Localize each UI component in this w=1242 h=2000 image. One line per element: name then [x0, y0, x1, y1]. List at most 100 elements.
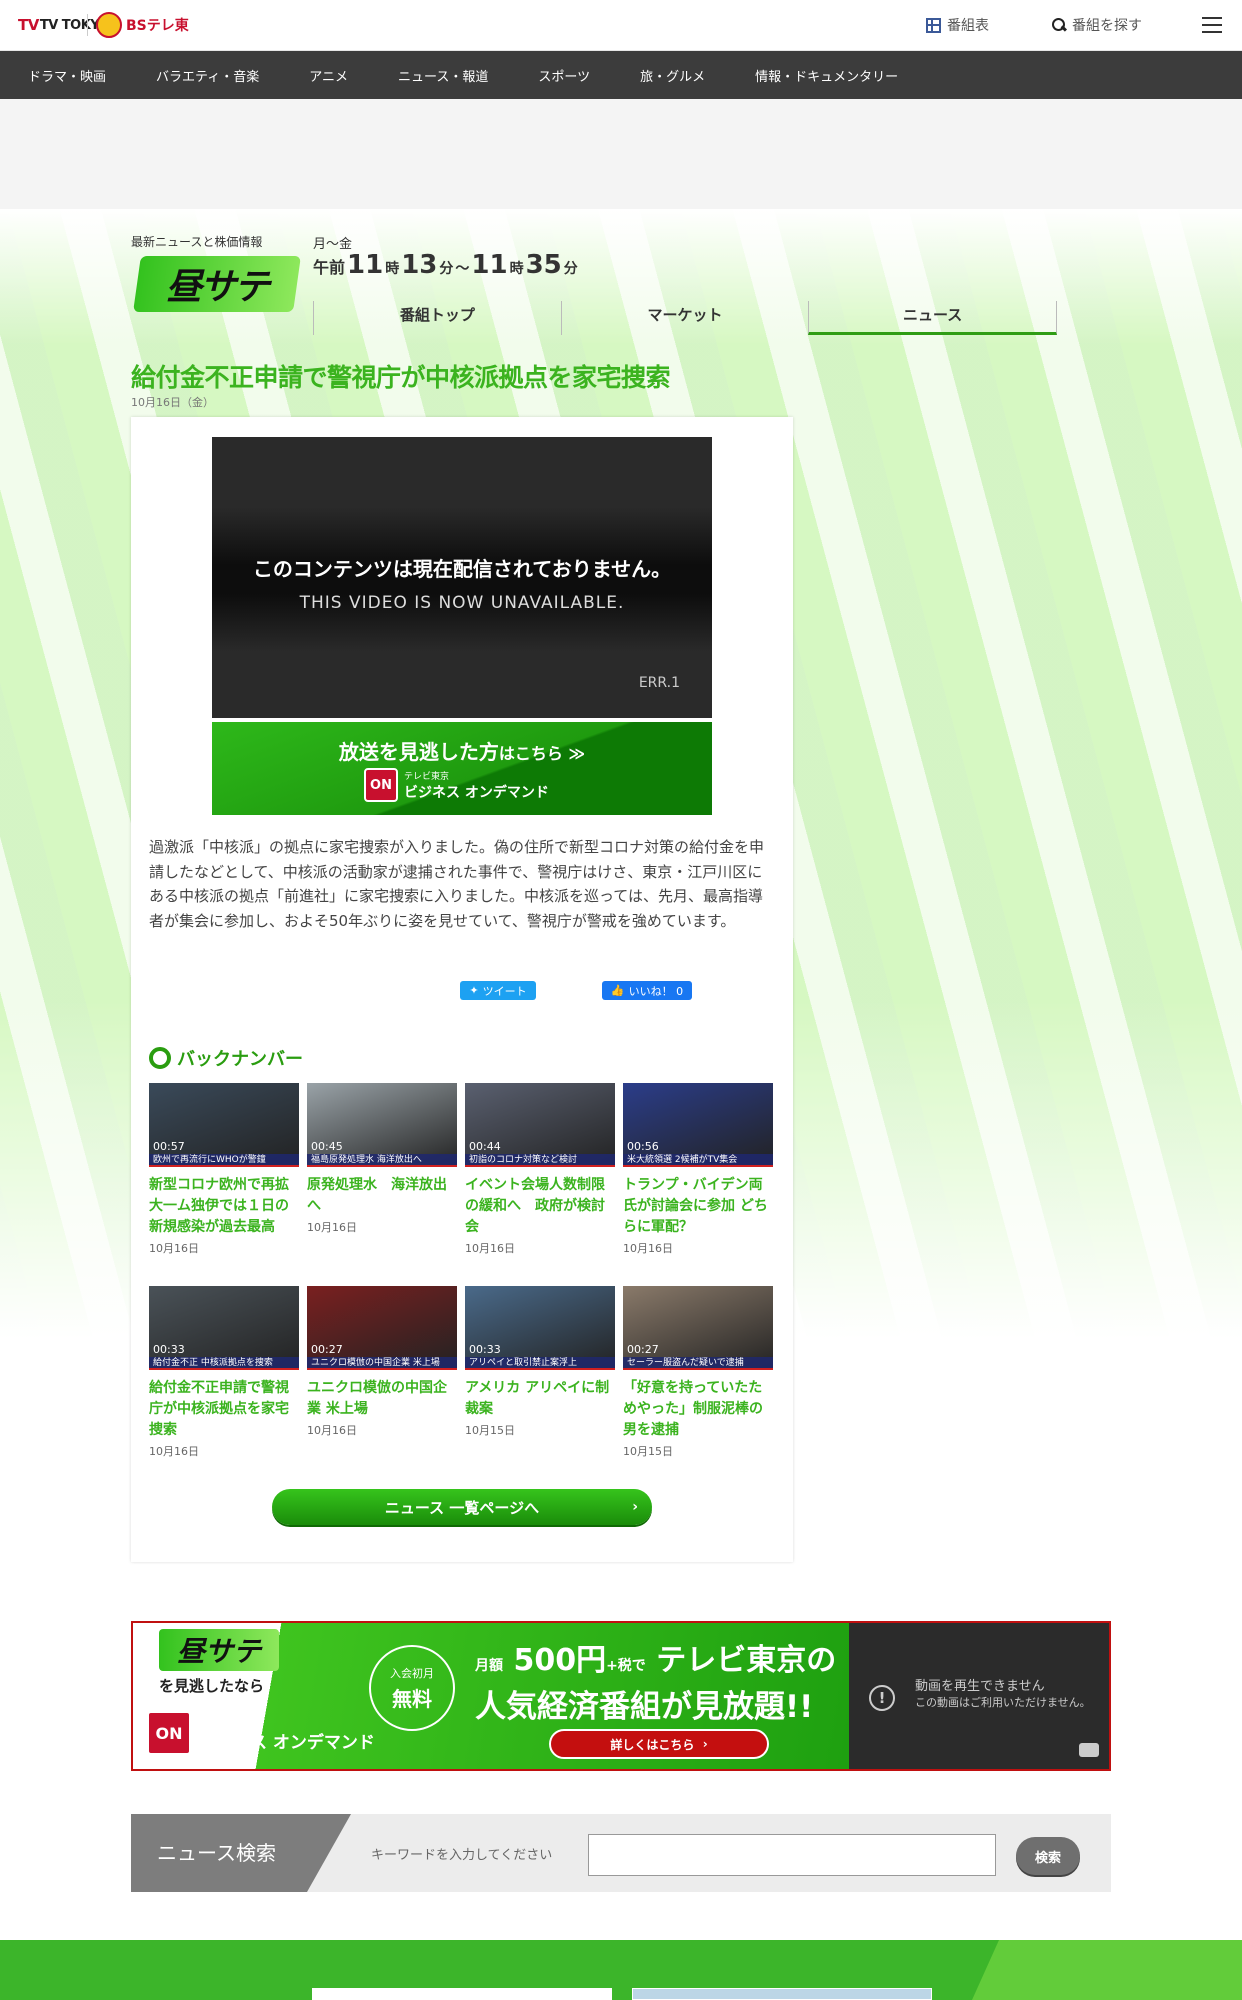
video-duration: 00:27 [627, 1343, 659, 1356]
backnumber-item[interactable]: 00:27 セーラー服盗んだ疑いで逮捕 「好意を持っていたためやった」制服泥棒の男… [623, 1286, 773, 1459]
video-unavailable-message: このコンテンツは現在配信されておりません。 [252, 557, 672, 581]
bs-tvtokyo-logo[interactable]: BSテレ東 [96, 12, 189, 38]
video-thumbnail[interactable]: 00:33 給付金不正 中核派拠点を捜索 [149, 1286, 299, 1370]
genre-nav-item[interactable]: スポーツ [538, 66, 590, 85]
price: 500円 [513, 1643, 607, 1678]
backnumber-item-title[interactable]: 給付金不正申請で警視庁が中核派拠点を家宅捜索 [149, 1378, 299, 1441]
program-tabs: 番組トップ マーケット ニュース [313, 301, 1058, 335]
player-error-title: 動画を再生できません [915, 1679, 1045, 1694]
promo-headline: 月額 500円+税で テレビ東京の 人気経済番組が見放題!! [475, 1635, 836, 1726]
promo-headline-text: 人気経済番組が見放題!! [475, 1689, 814, 1725]
video-thumbnail[interactable]: 00:45 福島原発処理水 海洋放出へ [307, 1083, 457, 1167]
genre-nav-item[interactable]: ニュース・報道 [398, 66, 488, 85]
program-search-link[interactable]: 番組を探す [1052, 15, 1142, 35]
backnumber-item[interactable]: 00:27 ユニクロ模倣の中国企業 米上場 ユニクロ模倣の中国企業 米上場 10月… [307, 1286, 457, 1459]
video-thumbnail[interactable]: 00:27 セーラー服盗んだ疑いで逮捕 [623, 1286, 773, 1370]
backnumber-item[interactable]: 00:56 米大統領選 2候補がTV集会 トランプ・バイデン両氏が討論会に参加 ど… [623, 1083, 773, 1256]
video-duration: 00:45 [311, 1140, 343, 1153]
start-hour: 11 [347, 250, 384, 280]
facebook-like-button[interactable]: 👍 いいね！ 0 [602, 981, 692, 1000]
footer-card[interactable] [632, 1988, 932, 2000]
news-list-button[interactable]: ニュース 一覧ページへ › [272, 1489, 652, 1525]
backnumber-item-title[interactable]: アメリカ アリペイに制裁案 [465, 1378, 615, 1420]
promo-ondemand-logo: ON テレビ東京 ビジネス オンデマンド [147, 1711, 375, 1755]
ondemand-brand: ビジネス オンデマンド [404, 784, 549, 801]
backnumber-item-title[interactable]: 原発処理水 海洋放出へ [307, 1175, 457, 1217]
backnumber-item-date: 10月16日 [149, 1242, 199, 1255]
article-title: 給付金不正申請で警視庁が中核派拠点を家宅捜索 [131, 363, 671, 392]
video-duration: 00:44 [469, 1140, 501, 1153]
backnumber-item[interactable]: 00:45 福島原発処理水 海洋放出へ 原発処理水 海洋放出へ 10月16日 [307, 1083, 457, 1256]
tab-market[interactable]: マーケット [560, 301, 809, 335]
genre-nav-item[interactable]: バラエティ・音楽 [156, 66, 259, 85]
promo-ad[interactable]: 昼サテ を見逃したなら ON テレビ東京 ビジネス オンデマンド 入会初月 無料 月… [133, 1623, 849, 1769]
ondemand-brand-small: テレビ東京 [404, 771, 450, 782]
promo-details-label: 詳しくはこちら [610, 1737, 695, 1752]
genre-nav: ドラマ・映画 バラエティ・音楽 アニメ ニュース・報道 スポーツ 旅・グルメ 情… [0, 51, 1242, 99]
promo-details-button[interactable]: 詳しくはこちら › [549, 1729, 769, 1759]
like-label: いいね！ 0 [628, 984, 684, 998]
backnumber-item-title[interactable]: イベント会場人数制限の緩和へ 政府が検討会 [465, 1175, 615, 1238]
alert-icon: ! [869, 1685, 895, 1711]
thumbnail-caption: 給付金不正 中核派拠点を捜索 [149, 1357, 299, 1370]
footer-band [0, 1940, 1242, 2000]
thumbnail-caption: アリペイと取引禁止案浮上 [465, 1357, 615, 1370]
backnumber-item[interactable]: 00:33 アリペイと取引禁止案浮上 アメリカ アリペイに制裁案 10月15日 [465, 1286, 615, 1459]
thumbnail-caption: 米大統領選 2候補がTV集会 [623, 1154, 773, 1167]
backnumber-row: 00:57 欧州で再流行にWHOが警鐘 新型コロナ欧州で再拡大一ム独伊では１日の新… [149, 1083, 775, 1256]
thumbnail-caption: 福島原発処理水 海洋放出へ [307, 1154, 457, 1167]
backnumber-item-title[interactable]: 新型コロナ欧州で再拡大一ム独伊では１日の新規感染が過去最高 [149, 1175, 299, 1238]
ondemand-banner[interactable]: 放送を見逃した方はこちら ≫ ON テレビ東京 ビジネス オンデマンド [212, 722, 712, 815]
promo-brand: ビジネス オンデマンド [199, 1733, 375, 1753]
backnumber-heading: バックナンバー [149, 1045, 303, 1071]
news-search-box: ニュース検索 キーワードを入力してください 検索 [131, 1814, 1111, 1892]
tab-program-top[interactable]: 番組トップ [313, 301, 561, 335]
time-tilde: ～ [455, 261, 470, 277]
thumbnail-caption: 初詣のコロナ対策など検討 [465, 1154, 615, 1167]
program-logo[interactable]: 昼サテ [133, 256, 301, 312]
schedule-link[interactable]: 番組表 [926, 15, 989, 35]
genre-nav-item[interactable]: ドラマ・映画 [28, 66, 106, 85]
backnumber-item-date: 10月16日 [623, 1242, 673, 1255]
video-duration: 00:27 [311, 1343, 343, 1356]
video-thumbnail[interactable]: 00:57 欧州で再流行にWHOが警鐘 [149, 1083, 299, 1167]
promo-program-logo: 昼サテ [159, 1629, 279, 1671]
youtube-icon[interactable] [1079, 1743, 1099, 1757]
genre-nav-item[interactable]: 情報・ドキュメンタリー [755, 66, 898, 85]
ondemand-promo-banner[interactable]: 昼サテ を見逃したなら ON テレビ東京 ビジネス オンデマンド 入会初月 無料 月… [131, 1621, 1111, 1771]
genre-nav-item[interactable]: 旅・グルメ [640, 66, 705, 85]
video-thumbnail[interactable]: 00:44 初詣のコロナ対策など検討 [465, 1083, 615, 1167]
tweet-label: ツイート [482, 984, 527, 998]
tweet-button[interactable]: ✦ ツイート [460, 981, 536, 1000]
backnumber-item[interactable]: 00:44 初詣のコロナ対策など検討 イベント会場人数制限の緩和へ 政府が検討会 … [465, 1083, 615, 1256]
video-thumbnail[interactable]: 00:27 ユニクロ模倣の中国企業 米上場 [307, 1286, 457, 1370]
genre-nav-item[interactable]: アニメ [309, 66, 348, 85]
thumbnail-caption: 欧州で再流行にWHOが警鐘 [149, 1154, 299, 1167]
backnumber-item-title[interactable]: ユニクロ模倣の中国企業 米上場 [307, 1378, 457, 1420]
backnumber-item[interactable]: 00:33 給付金不正 中核派拠点を捜索 給付金不正申請で警視庁が中核派拠点を家宅… [149, 1286, 299, 1459]
news-search-title: ニュース検索 [131, 1814, 351, 1892]
video-thumbnail[interactable]: 00:33 アリペイと取引禁止案浮上 [465, 1286, 615, 1370]
end-min: 35 [525, 250, 562, 280]
promo-video-player[interactable]: ! 動画を再生できません この動画はご利用いただけません。 [849, 1623, 1109, 1769]
hamburger-menu-icon[interactable] [1202, 17, 1222, 33]
news-search-button[interactable]: 検索 [1016, 1837, 1080, 1875]
twitter-icon: ✦ [469, 984, 479, 997]
broadcast-time: 午前 11 時 13 分 ～ 11 時 35 分 [313, 250, 578, 280]
video-player[interactable]: このコンテンツは現在配信されておりません。 THIS VIDEO IS NOW … [212, 437, 712, 718]
schedule-label: 番組表 [947, 18, 989, 34]
video-thumbnail[interactable]: 00:56 米大統領選 2候補がTV集会 [623, 1083, 773, 1167]
footer-card[interactable] [312, 1988, 612, 2000]
backnumber-item-title[interactable]: トランプ・バイデン両氏が討論会に参加 どちらに軍配？ [623, 1175, 773, 1238]
backnumber-row: 00:33 給付金不正 中核派拠点を捜索 給付金不正申請で警視庁が中核派拠点を家宅… [149, 1286, 775, 1459]
news-search-input[interactable] [588, 1834, 996, 1876]
tab-news[interactable]: ニュース [808, 301, 1058, 335]
bs-mascot-icon [96, 12, 122, 38]
price-tax: +税で [606, 1658, 646, 1674]
backnumber-item[interactable]: 00:57 欧州で再流行にWHOが警鐘 新型コロナ欧州で再拡大一ム独伊では１日の新… [149, 1083, 299, 1256]
ondemand-title-main: 放送を見逃した方 [338, 740, 499, 764]
backnumber-item-date: 10月16日 [307, 1424, 357, 1437]
site-header: TV TV TOKYO BSテレ東 番組表 番組を探す [0, 0, 1242, 51]
backnumber-item-title[interactable]: 「好意を持っていたためやった」制服泥棒の男を逮捕 [623, 1378, 773, 1441]
free-trial-badge: 入会初月 無料 [369, 1645, 455, 1731]
